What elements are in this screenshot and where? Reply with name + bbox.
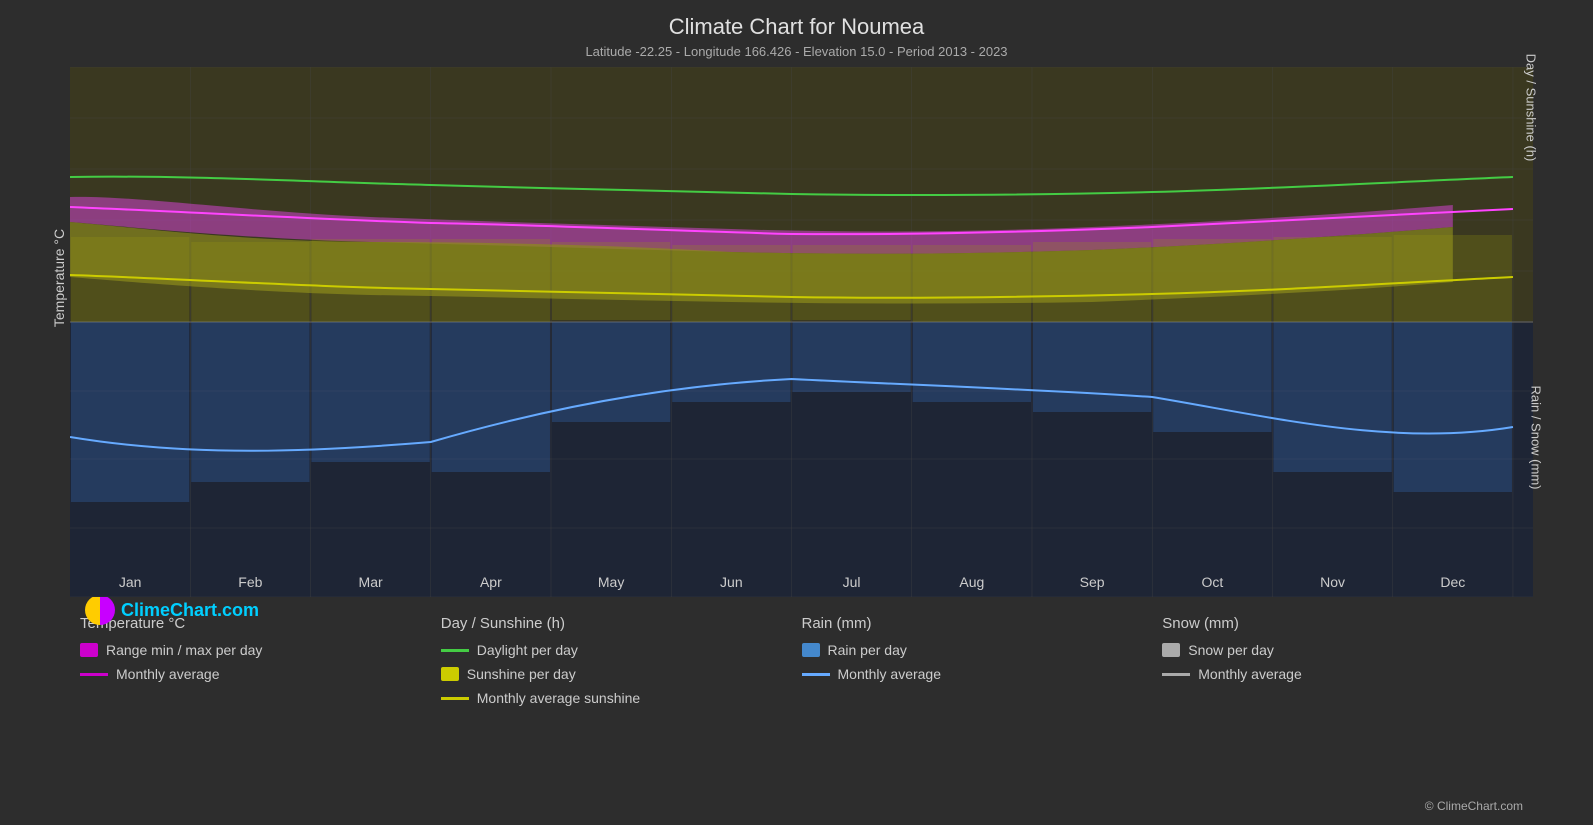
month-sep: Sep: [1080, 574, 1105, 590]
legend-col-rain: Rain (mm) Rain per day Monthly average: [802, 615, 1163, 706]
chart-svg: Jan Feb Mar Apr May Jun Jul Aug Sep Oct …: [70, 67, 1533, 597]
month-nov: Nov: [1320, 574, 1345, 590]
legend-item-rain-per-day: Rain per day: [802, 642, 1163, 658]
legend-line-temp-avg: [80, 673, 108, 676]
month-jul: Jul: [843, 574, 861, 590]
legend-item-sunshine-avg: Monthly average sunshine: [441, 690, 802, 706]
logo-icon-bottom: [85, 595, 115, 625]
month-mar: Mar: [359, 574, 383, 590]
legend-item-daylight: Daylight per day: [441, 642, 802, 658]
logo-bottom: ClimeChart.com: [85, 595, 259, 625]
chart-subtitle: Latitude -22.25 - Longitude 166.426 - El…: [0, 40, 1593, 59]
month-apr: Apr: [480, 574, 502, 590]
month-dec: Dec: [1440, 574, 1465, 590]
legend-title-snow: Snow (mm): [1162, 615, 1523, 632]
chart-area: Jan Feb Mar Apr May Jun Jul Aug Sep Oct …: [70, 67, 1533, 597]
y-axis-right-top-label: Day / Sunshine (h): [1524, 54, 1539, 162]
legend-swatch-sunshine: [441, 667, 459, 681]
legend-title-rain: Rain (mm): [802, 615, 1163, 632]
legend-line-daylight: [441, 649, 469, 652]
legend-item-temp-avg: Monthly average: [80, 666, 441, 682]
chart-title: Climate Chart for Noumea: [0, 0, 1593, 40]
y-axis-left-label: Temperature °C: [51, 229, 67, 327]
month-jun: Jun: [720, 574, 743, 590]
legend-col-sunshine: Day / Sunshine (h) Daylight per day Suns…: [441, 615, 802, 706]
legend-item-snow-avg: Monthly average: [1162, 666, 1523, 682]
legend-item-temp-range: Range min / max per day: [80, 642, 441, 658]
month-may: May: [598, 574, 624, 590]
legend-line-rain-avg: [802, 673, 830, 676]
legend-line-snow-avg: [1162, 673, 1190, 676]
legend-item-snow-per-day: Snow per day: [1162, 642, 1523, 658]
main-container: Climate Chart for Noumea Latitude -22.25…: [0, 0, 1593, 825]
legend-title-sunshine: Day / Sunshine (h): [441, 615, 802, 632]
month-jan: Jan: [119, 574, 142, 590]
y-axis-right-bottom-label: Rain / Snow (mm): [1528, 385, 1543, 489]
month-oct: Oct: [1201, 574, 1223, 590]
logo-text-bottom: ClimeChart.com: [121, 600, 259, 621]
legend-item-sunshine-per-day: Sunshine per day: [441, 666, 802, 682]
legend-swatch-temp-range: [80, 643, 98, 657]
legend-line-sunshine-avg: [441, 697, 469, 700]
month-aug: Aug: [959, 574, 984, 590]
legend-swatch-rain: [802, 643, 820, 657]
legend-col-temperature: Temperature °C Range min / max per day M…: [80, 615, 441, 706]
copyright: © ClimeChart.com: [1425, 799, 1523, 813]
legend-col-snow: Snow (mm) Snow per day Monthly average: [1162, 615, 1523, 706]
legend-swatch-snow: [1162, 643, 1180, 657]
legend-item-rain-avg: Monthly average: [802, 666, 1163, 682]
month-feb: Feb: [238, 574, 262, 590]
